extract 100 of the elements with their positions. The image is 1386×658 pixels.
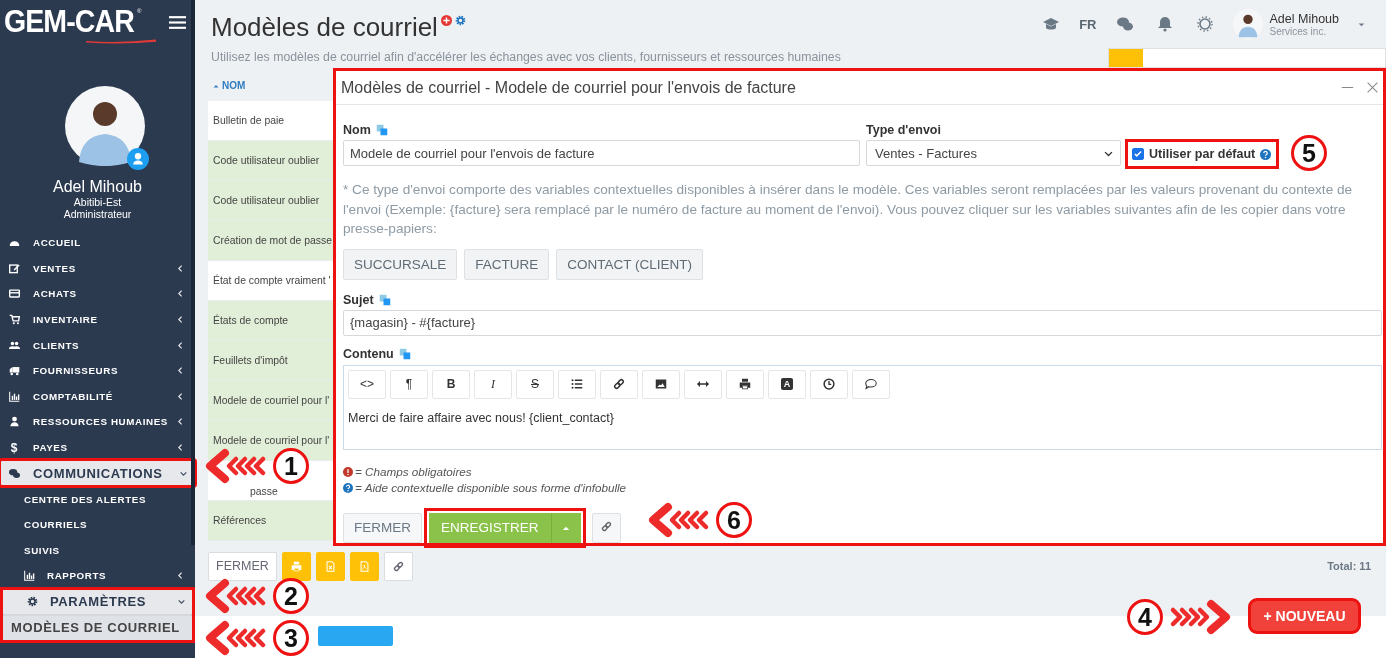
step-number: 2 (273, 578, 309, 614)
speech-bubble-icon (865, 378, 877, 390)
menu-item[interactable]: COURRIELS (0, 511, 195, 538)
list-button[interactable] (558, 369, 596, 399)
default-option[interactable]: Utiliser par défaut (1127, 141, 1278, 167)
legend-text: = Champs obligatoires (355, 465, 472, 478)
menu-item[interactable]: RAPPORTS (0, 563, 195, 589)
spreadsheet-icon (324, 560, 336, 572)
variable-button[interactable]: SUCCURSALE (343, 248, 458, 280)
graduation-cap-icon[interactable] (1043, 16, 1060, 32)
company-name: Services inc. (1269, 25, 1328, 37)
edit-icon (9, 262, 20, 274)
close-button[interactable]: FERMER (208, 551, 277, 581)
user-role: Administrateur (63, 208, 132, 220)
toolbar-button[interactable]: <> (348, 369, 386, 399)
logo: GEM-CAR (4, 4, 134, 40)
table-cell[interactable]: Références (213, 514, 267, 527)
menu-item[interactable]: ACCUEIL (0, 230, 195, 256)
menu-item[interactable]: ACHATS (0, 281, 195, 307)
type-dropdown[interactable]: Ventes - Factures (866, 140, 1121, 166)
content-editor[interactable]: <> ¶ B I S A Merci de faire affaire avec nous! {client_contact} (343, 364, 1382, 450)
settings-icon[interactable] (1196, 16, 1213, 32)
menu-item[interactable]: VENTES (0, 255, 195, 282)
link-button[interactable] (600, 369, 638, 399)
page-subtitle: Utilisez les modèles de courriel afin d'accélérer les échanges avec vos clients, fournisseurs et ressources humaines (211, 50, 841, 64)
search-field[interactable] (1108, 48, 1386, 68)
image-button[interactable] (642, 369, 680, 399)
printer-button[interactable] (726, 369, 764, 399)
menu-item[interactable]: CLIENTS (0, 332, 195, 358)
table-cell[interactable]: Feuillets d'impôt (213, 354, 288, 367)
new-button[interactable]: + NOUVEAU (1250, 600, 1359, 632)
clock-icon (823, 378, 835, 390)
chat-icon (9, 467, 20, 479)
translate-icon[interactable] (378, 293, 391, 306)
scrollbar[interactable] (191, 0, 195, 545)
variable-button[interactable]: CONTACT (CLIENT) (556, 248, 704, 280)
menu-item[interactable]: RESSOURCES HUMAINES (0, 409, 195, 435)
printer-icon (290, 560, 302, 572)
settings-icon (27, 596, 38, 608)
checkbox[interactable] (1132, 148, 1144, 160)
link-icon (600, 521, 612, 532)
menu-item[interactable]: CENTRE DES ALERTES (0, 486, 195, 512)
translate-icon[interactable] (375, 124, 388, 136)
menu-item[interactable]: MODÈLES DE COURRIEL (2, 614, 193, 641)
legend-text: = Aide contextuelle disponible sous forme d'infobulle (355, 481, 627, 494)
menu-item[interactable]: COMPTABILITÉ (0, 383, 195, 410)
translate-icon[interactable] (398, 347, 411, 360)
menu-item[interactable]: $ PAYES (0, 434, 195, 461)
checkbox-label[interactable]: Utiliser par défaut (1149, 147, 1256, 161)
table-cell[interactable]: Bulletin de paie (213, 114, 285, 127)
user-name: Adel Mihoub (53, 178, 142, 196)
bar-chart-icon (24, 570, 35, 582)
clock-button[interactable] (810, 369, 848, 399)
close-icon[interactable] (1366, 81, 1379, 94)
link-button[interactable] (591, 512, 621, 543)
settings-icon[interactable] (454, 15, 466, 26)
toolbar-button[interactable]: ¶ (390, 369, 428, 399)
field-label: Type d'envoi (866, 123, 941, 137)
credit-card-icon (9, 288, 20, 300)
printer-icon (739, 378, 751, 390)
toolbar-button[interactable]: A (768, 369, 806, 399)
user-name[interactable]: Adel Mihoub (1269, 11, 1339, 26)
bar-chart-icon (9, 390, 20, 402)
toolbar-button[interactable]: S (516, 369, 554, 399)
user-icon (9, 416, 20, 428)
notification-bell-icon[interactable] (1156, 16, 1173, 32)
dropdown-button[interactable] (550, 512, 581, 543)
image-icon (655, 378, 667, 390)
dollar-sign: $ (9, 440, 20, 455)
menu-item[interactable]: PARAMÈTRES (2, 588, 193, 615)
required-icon (343, 466, 353, 477)
menu-item[interactable]: INVENTAIRE (0, 306, 195, 333)
list-icon (571, 378, 583, 390)
toolbar-button[interactable]: B (432, 369, 470, 399)
menu-item[interactable]: SUIVIS (0, 537, 195, 564)
menu-item[interactable]: FOURNISSEURS (0, 357, 195, 384)
help-icon (343, 482, 353, 493)
variable-button[interactable]: FACTURE (464, 248, 550, 280)
close-button[interactable]: FERMER (343, 512, 422, 543)
language-button[interactable]: FR (1079, 16, 1097, 32)
horizontal-rule-button[interactable] (684, 369, 722, 399)
users-icon (9, 339, 20, 351)
add-icon[interactable] (440, 15, 452, 26)
pdf-icon (358, 560, 370, 572)
content-text: Merci de faire affaire avec nous! {client_contact} (347, 409, 615, 425)
link-button[interactable] (383, 551, 413, 581)
avatar[interactable] (1232, 9, 1263, 39)
help-icon[interactable] (1260, 148, 1272, 160)
column-header[interactable]: NOM (208, 70, 333, 101)
variables-note: * Ce type d'envoi comporte des variables contextuelles disponibles à insérer dans le modèle. Ces variables seront remplacées par les valeurs provenant du contexte de l'envoi (Exemple: {facture} sera remplacé par le numéro de facture au moment de l'envoi). Vous pouvez cliquer sur les variables suivantes afin de les copier dans votre presse-papiers: (343, 181, 1354, 238)
table-cell[interactable]: passe (250, 486, 278, 498)
truck-icon (9, 365, 20, 377)
subject-field[interactable]: {magasin} - #{facture} (343, 309, 1382, 336)
table-cell[interactable]: États de compte (213, 314, 289, 327)
name-field[interactable]: Modele de courriel pour l'envois de facture (343, 140, 860, 166)
link-icon (613, 378, 625, 390)
toolbar-button[interactable]: I (474, 369, 512, 399)
menu-icon[interactable] (169, 14, 186, 31)
user-branch: Abitibi-Est (73, 196, 122, 208)
chat-icon[interactable] (1116, 16, 1133, 32)
